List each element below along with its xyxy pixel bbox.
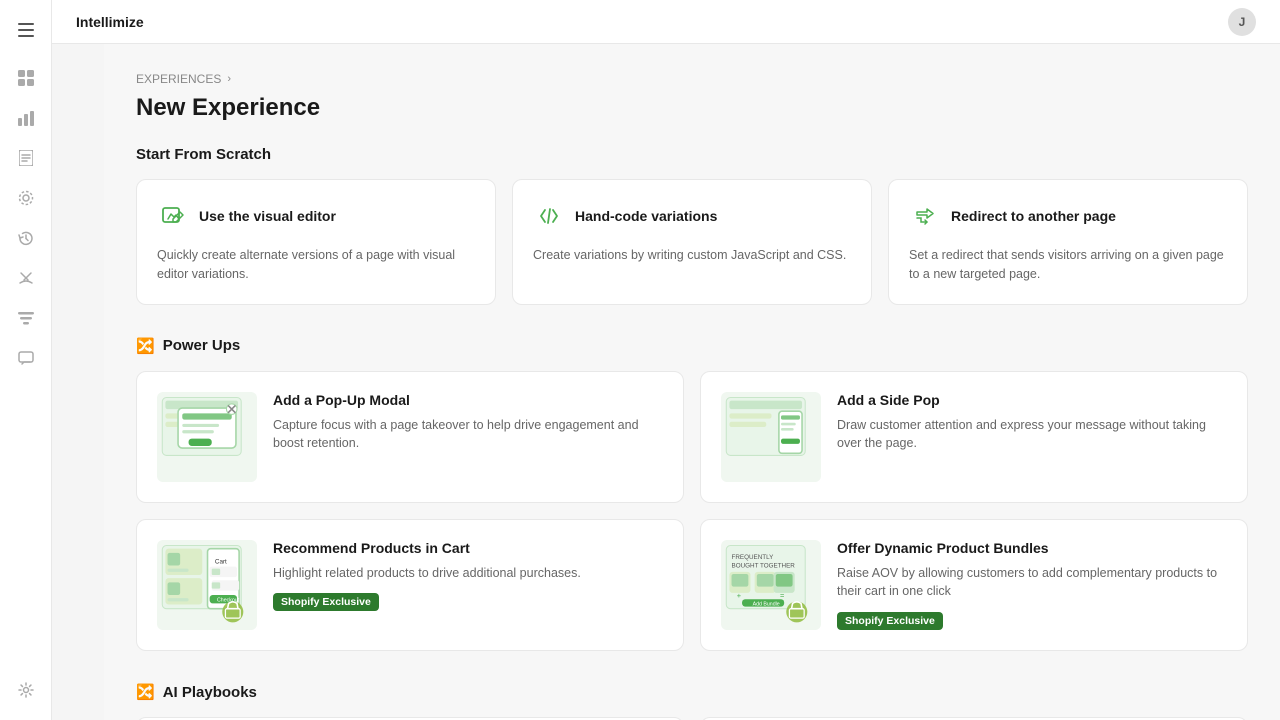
sidebar-item-messages[interactable]	[8, 340, 44, 376]
svg-text:+: +	[737, 591, 741, 600]
sidebar-item-settings-sub[interactable]	[8, 180, 44, 216]
app-title: Intellimize	[76, 14, 144, 30]
scratch-card-visual-editor[interactable]: Use the visual editor Quickly create alt…	[136, 179, 496, 305]
sidebar	[0, 0, 52, 720]
ai-icon: 🔀	[136, 683, 155, 701]
main-content: EXPERIENCES › New Experience Start From …	[104, 44, 1280, 720]
svg-text:BOUGHT TOGETHER: BOUGHT TOGETHER	[732, 562, 796, 569]
sidebar-bottom	[8, 672, 44, 708]
header: Intellimize J	[52, 0, 1280, 44]
recommend-cart-illustration: Cart Checkout	[157, 540, 257, 630]
visual-editor-icon	[157, 200, 189, 232]
dynamic-bundles-desc: Raise AOV by allowing customers to add c…	[837, 564, 1227, 602]
sidebar-item-dashboard[interactable]	[8, 60, 44, 96]
side-pop-title: Add a Side Pop	[837, 392, 1227, 408]
recommend-cart-title: Recommend Products in Cart	[273, 540, 663, 556]
page-title: New Experience	[136, 94, 1248, 122]
breadcrumb: EXPERIENCES ›	[136, 72, 1248, 86]
power-card-popup-modal[interactable]: Add a Pop-Up Modal Capture focus with a …	[136, 371, 684, 503]
sidebar-top	[8, 12, 44, 668]
scratch-section-title: Start From Scratch	[136, 146, 1248, 163]
svg-text:Add Bundle: Add Bundle	[753, 601, 780, 607]
sidebar-item-settings[interactable]	[8, 672, 44, 708]
sidebar-item-documents[interactable]	[8, 140, 44, 176]
ai-section-title: 🔀 AI Playbooks	[136, 683, 1248, 701]
hand-code-desc: Create variations by writing custom Java…	[533, 246, 851, 265]
visual-editor-desc: Quickly create alternate versions of a p…	[157, 246, 475, 284]
power-card-side-pop[interactable]: Add a Side Pop Draw customer attention a…	[700, 371, 1248, 503]
breadcrumb-separator: ›	[227, 73, 231, 85]
svg-text:FREQUENTLY: FREQUENTLY	[732, 554, 775, 561]
side-pop-illustration	[721, 392, 821, 482]
hand-code-title: Hand-code variations	[575, 208, 717, 224]
popup-modal-illustration	[157, 392, 257, 482]
power-card-recommend-cart[interactable]: Cart Checkout Recommend Products in Cart…	[136, 519, 684, 652]
sidebar-item-history[interactable]	[8, 220, 44, 256]
popup-modal-desc: Capture focus with a page takeover to he…	[273, 416, 663, 454]
redirect-icon	[909, 200, 941, 232]
hand-code-icon	[533, 200, 565, 232]
breadcrumb-parent[interactable]: EXPERIENCES	[136, 72, 221, 86]
dynamic-bundles-illustration: FREQUENTLY BOUGHT TOGETHER + = Add Bundl…	[721, 540, 821, 630]
power-card-dynamic-bundles[interactable]: FREQUENTLY BOUGHT TOGETHER + = Add Bundl…	[700, 519, 1248, 652]
side-pop-desc: Draw customer attention and express your…	[837, 416, 1227, 454]
sidebar-item-menu[interactable]	[8, 12, 44, 48]
svg-text:Cart: Cart	[215, 558, 227, 565]
visual-editor-title: Use the visual editor	[199, 208, 336, 224]
scratch-card-redirect[interactable]: Redirect to another page Set a redirect …	[888, 179, 1248, 305]
powerups-section-title: 🔀 Power Ups	[136, 337, 1248, 355]
dynamic-bundles-badge: Shopify Exclusive	[837, 612, 943, 630]
sidebar-item-experiments[interactable]	[8, 260, 44, 296]
sidebar-item-analytics[interactable]	[8, 100, 44, 136]
recommend-cart-badge: Shopify Exclusive	[273, 593, 379, 611]
recommend-cart-desc: Highlight related products to drive addi…	[273, 564, 663, 583]
powerups-icon: 🔀	[136, 337, 155, 355]
sidebar-item-filters[interactable]	[8, 300, 44, 336]
popup-modal-title: Add a Pop-Up Modal	[273, 392, 663, 408]
redirect-title: Redirect to another page	[951, 208, 1116, 224]
power-cards-container: Add a Pop-Up Modal Capture focus with a …	[136, 371, 1248, 652]
dynamic-bundles-title: Offer Dynamic Product Bundles	[837, 540, 1227, 556]
scratch-cards-container: Use the visual editor Quickly create alt…	[136, 179, 1248, 305]
user-avatar[interactable]: J	[1228, 8, 1256, 36]
redirect-desc: Set a redirect that sends visitors arriv…	[909, 246, 1227, 284]
scratch-card-hand-code[interactable]: Hand-code variations Create variations b…	[512, 179, 872, 305]
